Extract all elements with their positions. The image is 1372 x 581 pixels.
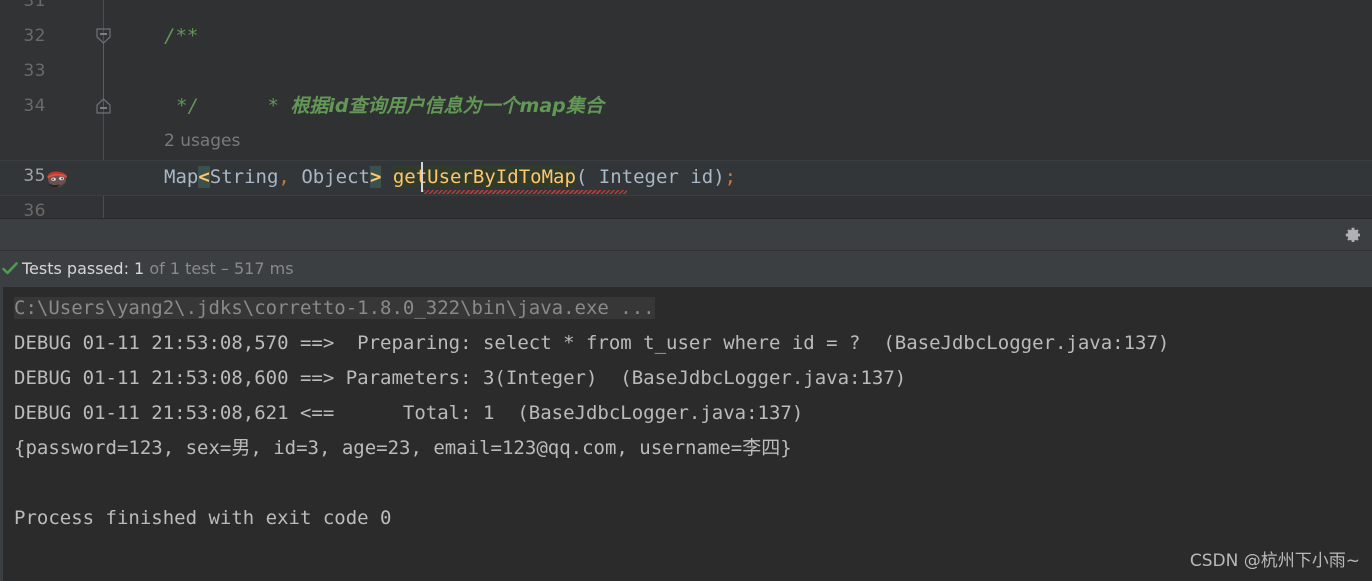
param-type: Integer — [587, 166, 679, 188]
error-squiggle — [423, 190, 627, 194]
gear-icon[interactable] — [1342, 225, 1362, 245]
tests-passed-count: 1 — [134, 259, 145, 278]
command-line-text: C:\Users\yang2\.jdks\corretto-1.8.0_322\… — [14, 297, 655, 319]
test-status-text: Tests passed: 1 of 1 test – 517 ms — [22, 259, 294, 278]
generic-comma: , — [278, 166, 290, 188]
line-number: 36 — [23, 201, 46, 218]
line-number: 33 — [23, 61, 46, 81]
generic-close-bracket: > — [369, 166, 382, 188]
log-line-total: DEBUG 01-11 21:53:08,621 <== Total: 1 (B… — [14, 402, 804, 424]
line-number: 34 — [23, 96, 46, 116]
generic-arg-string: String — [209, 166, 279, 188]
code-line-comment-close: */ — [176, 95, 199, 117]
panel-divider-toolbar — [0, 218, 1372, 251]
usages-hint[interactable]: 2 usages — [164, 124, 240, 159]
param-name: id — [678, 166, 714, 188]
process-exit-line: Process finished with exit code 0 — [14, 507, 392, 529]
result-map-line: {password=123, sex=男, id=3, age=23, emai… — [14, 437, 792, 459]
comment-star: * — [267, 95, 279, 117]
text-caret — [421, 162, 423, 192]
code-editor[interactable]: 31 32 33 34 35 36 /** * 根据id查询用户信息为一个map… — [0, 0, 1372, 218]
tests-passed-label: Tests passed: — [22, 259, 135, 278]
command-line: C:\Users\yang2\.jdks\corretto-1.8.0_322\… — [14, 295, 655, 321]
paren-close: ) — [713, 166, 725, 188]
code-content[interactable]: /** * 根据id查询用户信息为一个map集合 */ 2 usages Map… — [104, 0, 1372, 218]
generic-arg-object: Object — [289, 166, 370, 188]
watermark: CSDN @杭州下小雨~ — [1189, 551, 1360, 571]
test-status-bar: Tests passed: 1 of 1 test – 517 ms — [0, 251, 1372, 287]
log-line-preparing: DEBUG 01-11 21:53:08,570 ==> Preparing: … — [14, 332, 1170, 354]
semicolon: ; — [724, 166, 737, 188]
check-icon — [2, 261, 18, 275]
comment-text: 根据id查询用户信息为一个map集合 — [290, 95, 604, 117]
line-number: 32 — [23, 26, 46, 46]
line-number: 31 — [23, 0, 46, 11]
code-line-comment-body: * 根据id查询用户信息为一个map集合 — [176, 54, 604, 117]
log-line-parameters: DEBUG 01-11 21:53:08,600 ==> Parameters:… — [14, 367, 907, 389]
generic-open-bracket: < — [198, 166, 210, 188]
code-line-comment-open: /** — [164, 25, 199, 47]
type-map: Map — [164, 166, 199, 188]
ide-window: 31 32 33 34 35 36 /** * 根据id查询用户信息为一个map… — [0, 0, 1372, 581]
tests-passed-detail: of 1 test – 517 ms — [144, 259, 294, 278]
console-left-edge — [0, 287, 3, 581]
paren-open: ( — [575, 166, 588, 188]
line-number-current: 35 — [23, 166, 46, 186]
run-console[interactable]: C:\Users\yang2\.jdks\corretto-1.8.0_322\… — [0, 287, 1372, 581]
run-test-icon[interactable] — [44, 165, 68, 189]
